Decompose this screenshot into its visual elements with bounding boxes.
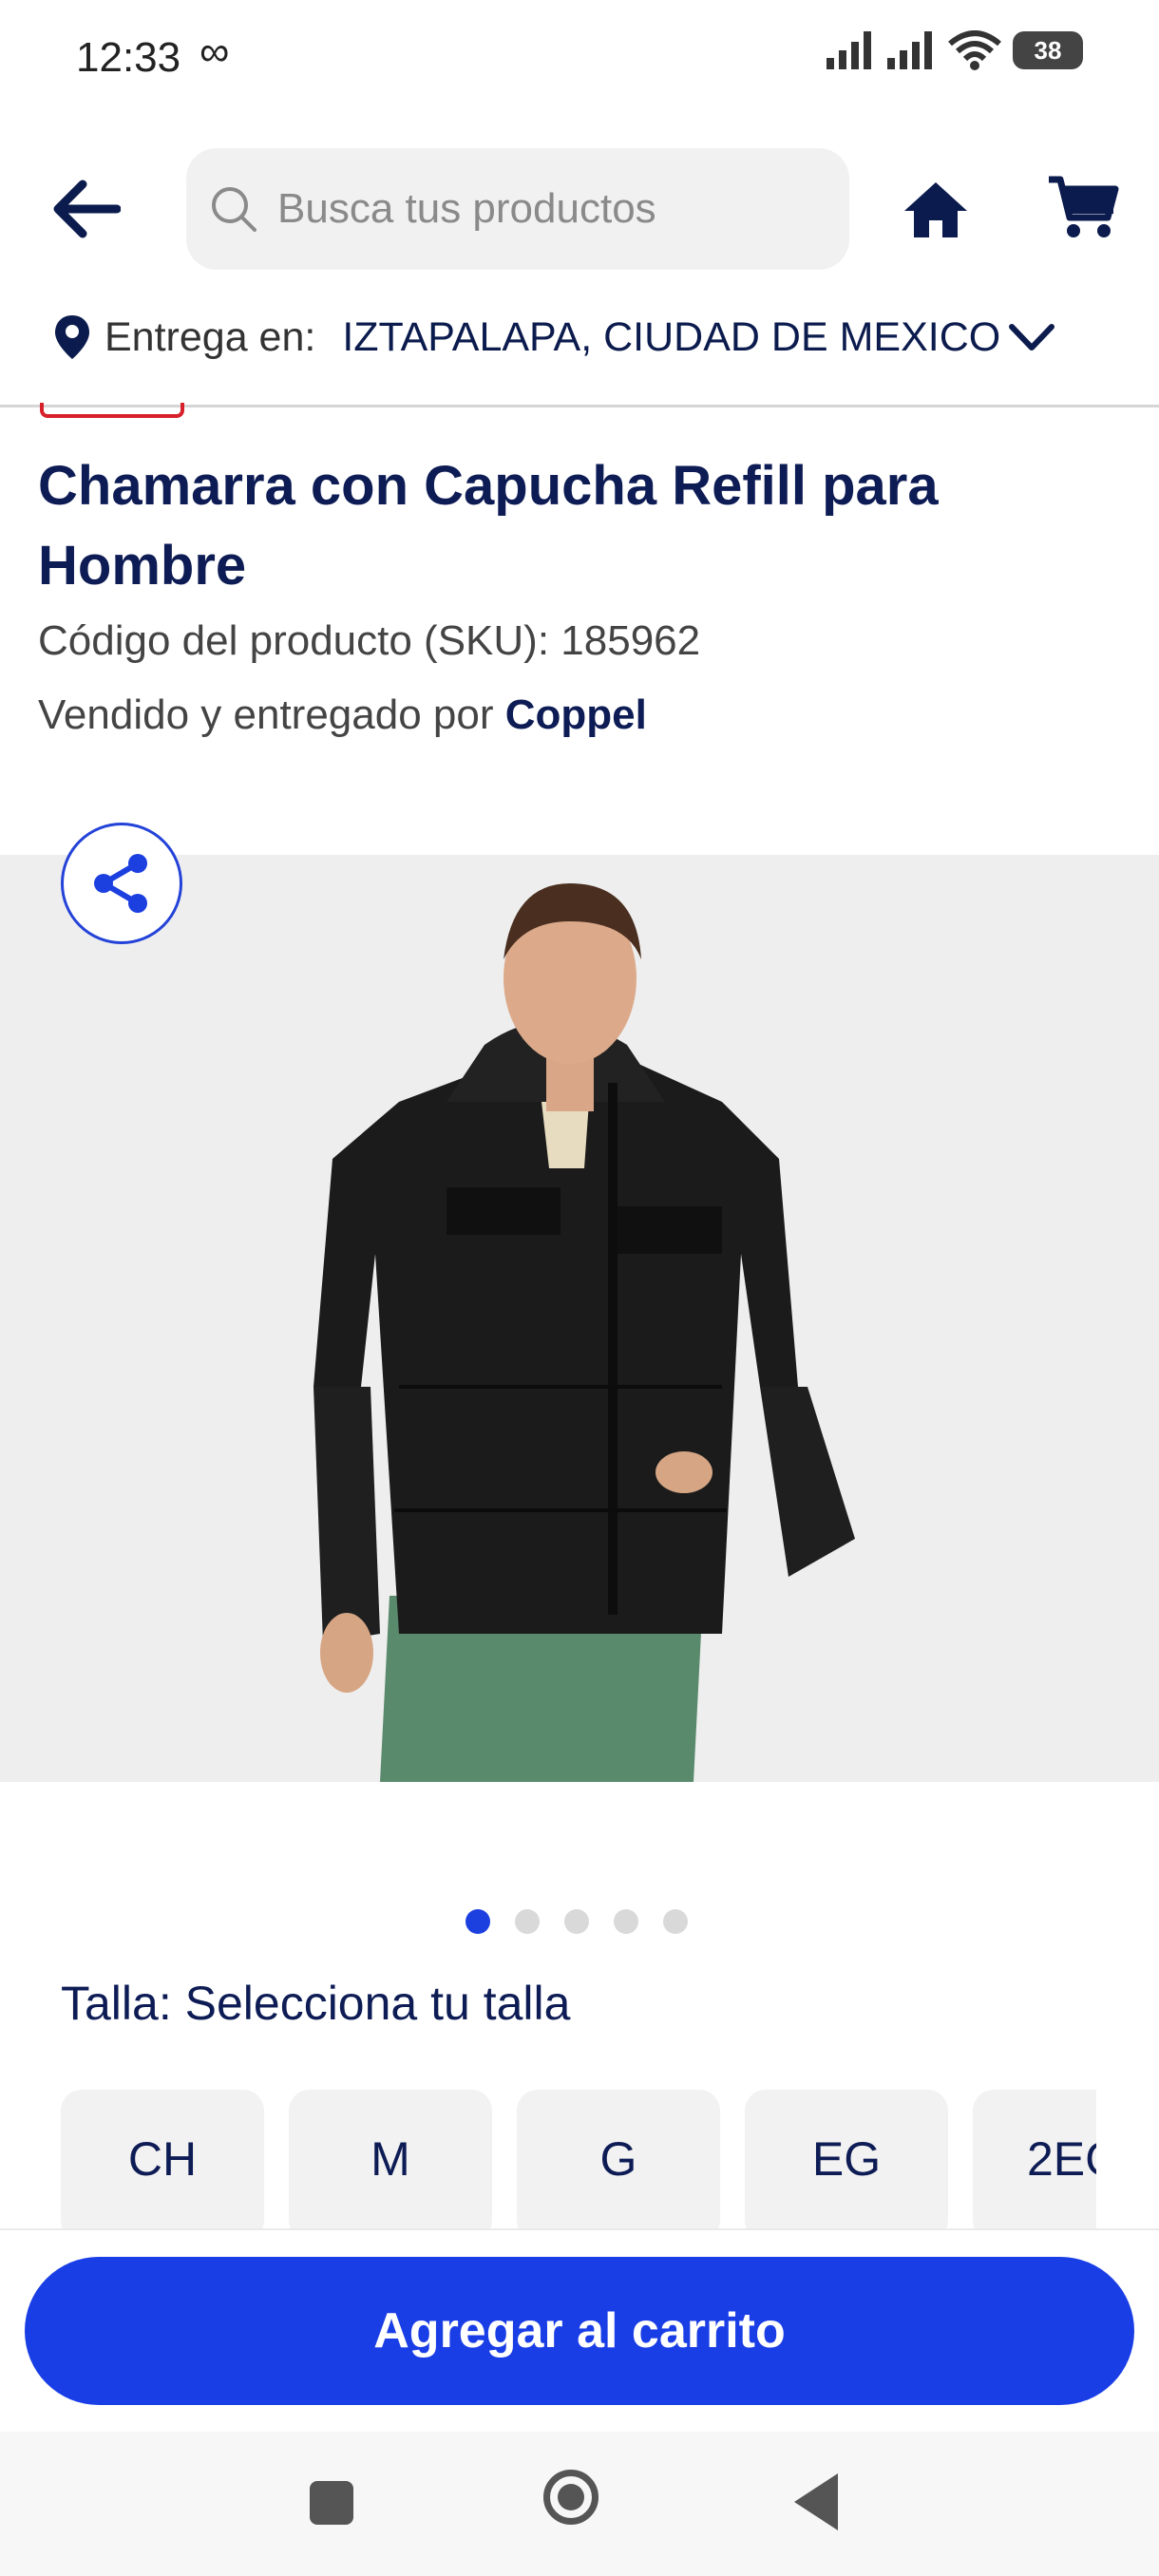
seller-prefix: Vendido y entregado por [38,691,494,738]
add-to-cart-button[interactable]: Agregar al carrito [25,2257,1134,2405]
jacket-model-photo [0,855,1159,1782]
back-button[interactable] [48,171,124,247]
share-button[interactable] [61,823,182,944]
size-options: CH M G EG 2EG [61,2090,1096,2230]
infinity-icon: ∞ [200,28,230,75]
delivery-location: IZTAPALAPA, CIUDAD DE MEXICO [342,313,1001,360]
product-sku: Código del producto (SKU): 185962 [38,617,701,664]
location-pin-icon [55,315,89,359]
size-option-ch[interactable]: CH [61,2090,264,2230]
chevron-down-icon [1009,324,1055,350]
product-image[interactable] [0,855,1159,1782]
status-icons: 38 [826,30,1083,70]
cart-icon [1049,176,1119,237]
delivery-selector[interactable]: Entrega en: IZTAPALAPA, CIUDAD DE MEXICO [53,313,1055,361]
size-label: Talla: Selecciona tu talla [61,1977,571,2030]
carousel-dot[interactable] [564,1909,589,1934]
back-nav-button[interactable] [794,2473,838,2530]
carousel-dot[interactable] [663,1909,688,1934]
recents-button[interactable] [310,2481,353,2525]
wifi-icon [948,30,1001,70]
search-input[interactable] [276,184,811,234]
share-icon [94,854,147,913]
promo-badge-edge [40,403,184,418]
carousel-dot[interactable] [515,1909,540,1934]
home-nav-button[interactable] [543,2470,598,2525]
product-seller: Vendido y entregado por Coppel [38,691,647,739]
status-time: 12:33 [76,34,181,81]
size-option-2eg[interactable]: 2EG [973,2090,1096,2230]
size-option-m[interactable]: M [289,2090,492,2230]
size-option-eg[interactable]: EG [745,2090,948,2230]
home-icon [904,182,967,237]
search-icon [212,187,256,232]
signal-icon [887,31,932,69]
signal-icon [826,31,871,69]
home-button[interactable] [898,171,974,247]
cart-button[interactable] [1045,169,1121,245]
delivery-label: Entrega en: [104,313,316,360]
size-option-g[interactable]: G [517,2090,720,2230]
seller-name[interactable]: Coppel [505,691,647,738]
carousel-dot[interactable] [466,1909,490,1934]
battery-indicator: 38 [1013,31,1083,69]
arrow-left-icon [53,180,121,238]
carousel-indicator [466,1909,688,1934]
home-nav-dot [558,2484,584,2510]
carousel-dot[interactable] [614,1909,638,1934]
search-bar[interactable] [186,148,849,270]
product-title: Chamarra con Capucha Refill para Hombre [38,455,939,597]
